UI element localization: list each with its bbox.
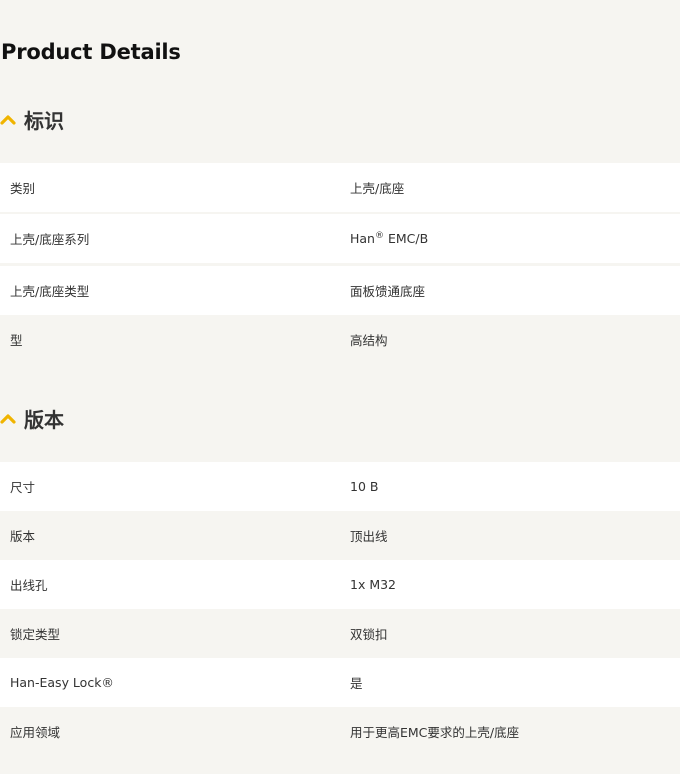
chevron-up-icon [0, 414, 16, 424]
value-suffix: EMC/B [383, 231, 429, 246]
table-row: 出线孔 1x M32 [0, 560, 680, 609]
row-value: 10 B [350, 479, 379, 494]
row-value: 是 [350, 676, 363, 691]
row-label: 锁定类型 [10, 627, 61, 642]
row-value: 1x M32 [350, 577, 397, 592]
row-value: 双锁扣 [350, 627, 388, 642]
row-label: 上壳/底座类型 [10, 284, 90, 299]
table-row: 版本 顶出线 [0, 511, 680, 560]
table-row: 型 高结构 [0, 315, 680, 364]
row-label: 版本 [10, 529, 36, 544]
section-title: 标识 [24, 108, 64, 133]
table-row: 应用领域 用于更高EMC要求的上壳/底座 [0, 707, 680, 756]
row-value: 上壳/底座 [350, 181, 405, 196]
table-row: Han-Easy Lock® 是 [0, 658, 680, 707]
row-value: Han® EMC/B [350, 231, 428, 246]
row-label: 上壳/底座系列 [10, 232, 90, 247]
row-value: 面板馈通底座 [350, 284, 426, 299]
row-label: 尺寸 [10, 480, 36, 495]
row-label: 类别 [10, 181, 36, 196]
row-label: 出线孔 [10, 578, 48, 593]
section-header-identification[interactable]: 标识 [0, 104, 64, 134]
table-row: 类别 上壳/底座 [0, 163, 680, 212]
row-value: 用于更高EMC要求的上壳/底座 [350, 725, 520, 740]
table-row: 上壳/底座类型 面板馈通底座 [0, 266, 680, 315]
row-label: 应用领域 [10, 725, 61, 740]
page-title: Product Details [1, 40, 181, 64]
table-row: 锁定类型 双锁扣 [0, 609, 680, 658]
registered-mark: ® [374, 231, 384, 241]
section-header-version[interactable]: 版本 [0, 403, 64, 433]
row-label: 型 [10, 333, 23, 348]
section-title: 版本 [24, 407, 64, 432]
row-value: 高结构 [350, 333, 388, 348]
table-row: 上壳/底座系列 Han® EMC/B [0, 214, 680, 263]
row-value: 顶出线 [350, 529, 388, 544]
table-row: 尺寸 10 B [0, 462, 680, 511]
value-prefix: Han [350, 231, 375, 246]
row-label: Han-Easy Lock® [10, 675, 114, 690]
chevron-up-icon [0, 115, 16, 125]
